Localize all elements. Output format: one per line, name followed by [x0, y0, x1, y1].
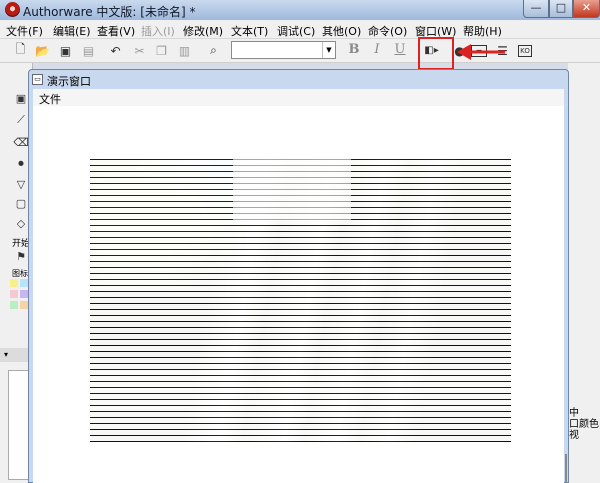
menu-debug[interactable]: 调试(C) [277, 23, 315, 39]
menu-view[interactable]: 查看(V) [97, 23, 135, 39]
save-all-icon[interactable]: ▣ [57, 42, 74, 59]
import-icon[interactable]: ▤ [80, 42, 97, 59]
navigate-icon[interactable]: ▽ [14, 177, 28, 191]
cut-icon[interactable]: ✂ [131, 42, 148, 59]
icon-color-label: 图标 [12, 269, 28, 278]
underline-button[interactable]: U [392, 42, 408, 59]
paste-icon[interactable]: ▥ [176, 42, 193, 59]
title-bar: Authorware 中文版: [未命名] * — □ ✕ [0, 0, 600, 20]
chevron-down-icon[interactable]: ▼ [322, 42, 335, 58]
open-file-icon[interactable]: 📂 [34, 42, 51, 59]
highlight-box [418, 37, 454, 70]
menu-other[interactable]: 其他(O) [322, 23, 361, 39]
close-button[interactable]: ✕ [573, 0, 600, 18]
transition-overlay [90, 159, 511, 222]
app-logo-icon[interactable] [5, 2, 20, 17]
find-icon[interactable]: ⌕ [205, 42, 222, 59]
new-file-icon[interactable]: 🗋 [12, 42, 29, 59]
presentation-menu-bar: 文件 [33, 89, 564, 106]
right-panel-text: 中 口颜色 视 [569, 408, 599, 441]
color-swatch[interactable] [10, 301, 18, 309]
presentation-window-title: 演示窗口 [47, 75, 91, 88]
motion-icon[interactable]: ⟋ [14, 113, 28, 127]
panel-collapse-toggle[interactable]: ▾ [0, 348, 30, 362]
color-swatch[interactable] [20, 301, 28, 309]
italic-button[interactable]: I [369, 42, 385, 59]
knowledge-object-icon[interactable]: KO [518, 45, 532, 57]
undo-icon[interactable]: ↶ [107, 42, 124, 59]
maximize-button[interactable]: □ [549, 0, 573, 18]
erase-icon[interactable]: ⌫ [13, 135, 29, 149]
copy-icon[interactable]: ❐ [153, 42, 170, 59]
menu-bar: 文件(F) 编辑(E) 查看(V) 插入(I) 修改(M) 文本(T) 调试(C… [0, 20, 600, 39]
menu-modify[interactable]: 修改(M) [183, 23, 223, 39]
menu-file[interactable]: 文件(F) [6, 23, 43, 39]
scroll-indicator [565, 454, 567, 483]
menu-edit[interactable]: 编辑(E) [53, 23, 91, 39]
bold-button[interactable]: B [346, 42, 362, 59]
menu-text[interactable]: 文本(T) [231, 23, 268, 39]
font-select[interactable]: ▼ [231, 41, 336, 59]
wait-icon[interactable]: ⏺ [14, 157, 28, 171]
display-icon[interactable]: ▣ [14, 91, 28, 105]
color-swatch[interactable] [10, 290, 18, 298]
presentation-window[interactable]: ▭ 演示窗口 文件 [28, 69, 569, 483]
color-swatch[interactable] [10, 279, 18, 287]
presentation-stage[interactable] [33, 106, 567, 483]
red-arrow-icon [457, 44, 505, 60]
presentation-window-icon: ▭ [32, 74, 43, 85]
waterfall-image [90, 159, 511, 442]
menu-help[interactable]: 帮助(H) [463, 23, 502, 39]
color-swatch[interactable] [20, 290, 28, 298]
window-title: Authorware 中文版: [未命名] * [23, 5, 196, 19]
minimize-button[interactable]: — [523, 0, 549, 18]
presentation-menu-file[interactable]: 文件 [39, 91, 61, 107]
decision-icon[interactable]: ◇ [14, 216, 28, 230]
color-swatch[interactable] [20, 279, 28, 287]
menu-command[interactable]: 命令(O) [368, 23, 407, 39]
toolbar: 🗋 📂 ▣ ▤ ↶ ✂ ❐ ▥ ⌕ ▼ B I U ◧▸ ● ≡ ☰ KO [0, 39, 600, 63]
framework-icon[interactable]: ▢ [14, 196, 28, 210]
lower-content-box [8, 370, 30, 480]
menu-insert[interactable]: 插入(I) [141, 23, 175, 39]
flag-icon[interactable]: ⚑ [14, 249, 28, 263]
